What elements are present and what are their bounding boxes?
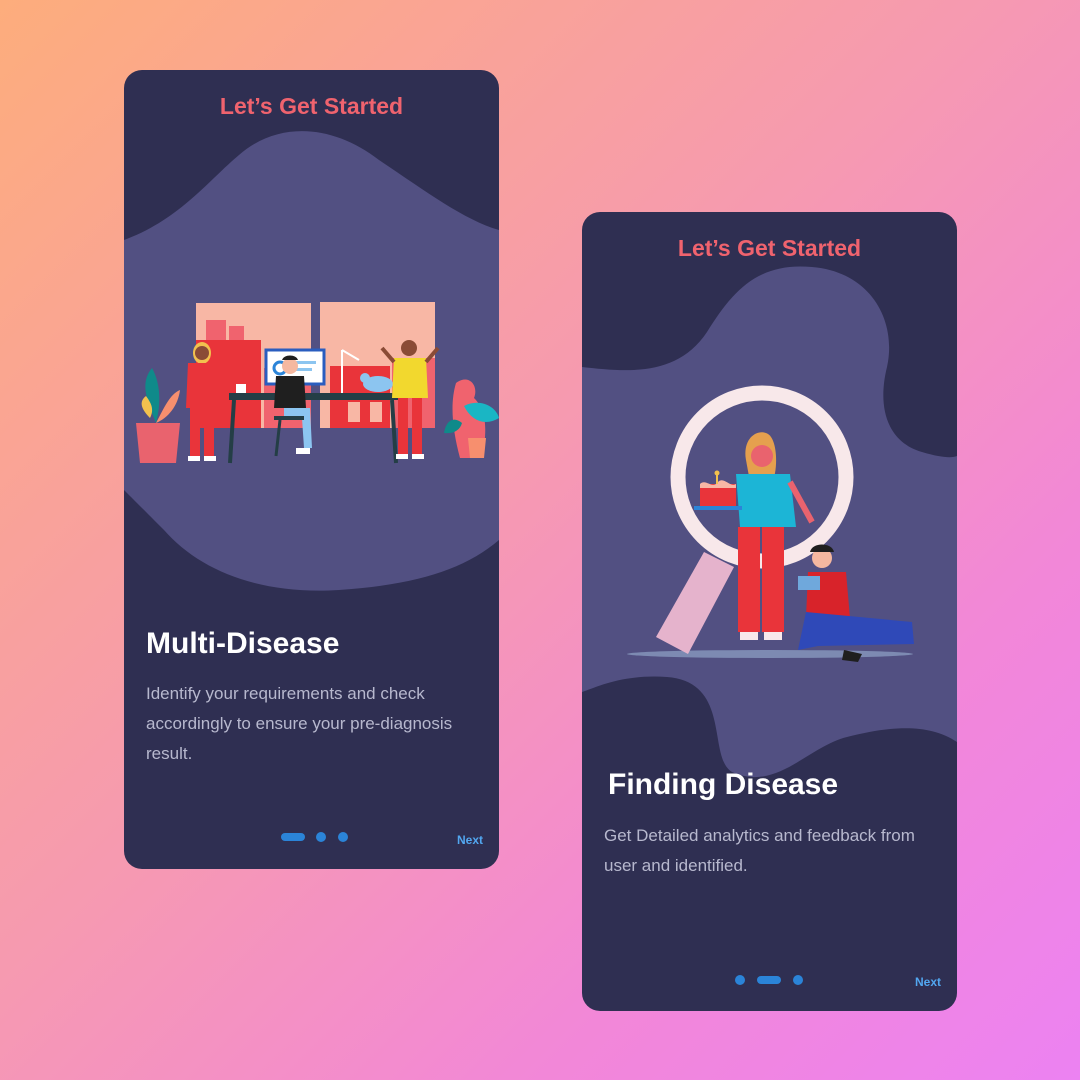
page-header: Let’s Get Started xyxy=(677,235,862,261)
screen-title: Multi-Disease xyxy=(146,627,340,660)
onboarding-screen-multi-disease: Let’s Get Started Multi-Disease Identify… xyxy=(124,70,499,869)
pagination-dot xyxy=(338,832,348,842)
pagination-dot xyxy=(316,832,326,842)
screen-title: Finding Disease xyxy=(608,768,839,801)
onboarding-screen-finding-disease: Let’s Get Started Finding Disease Get De… xyxy=(582,212,957,1011)
magnifying-glass-people-illustration xyxy=(627,385,914,662)
screen-description: Identify your requirements and check acc… xyxy=(146,684,453,763)
pagination-dots xyxy=(281,832,349,842)
pagination-dots xyxy=(735,975,805,985)
office-team-illustration xyxy=(136,302,499,464)
pagination-dot-active xyxy=(281,833,305,841)
pagination-dot xyxy=(793,975,803,985)
pagination-dot xyxy=(735,975,745,985)
page-header: Let’s Get Started xyxy=(219,93,404,119)
next-button[interactable]: Next xyxy=(915,975,941,989)
screen-description: Get Detailed analytics and feedback from… xyxy=(604,826,915,875)
next-button[interactable]: Next xyxy=(457,833,483,847)
pagination-dot-active xyxy=(757,976,781,984)
